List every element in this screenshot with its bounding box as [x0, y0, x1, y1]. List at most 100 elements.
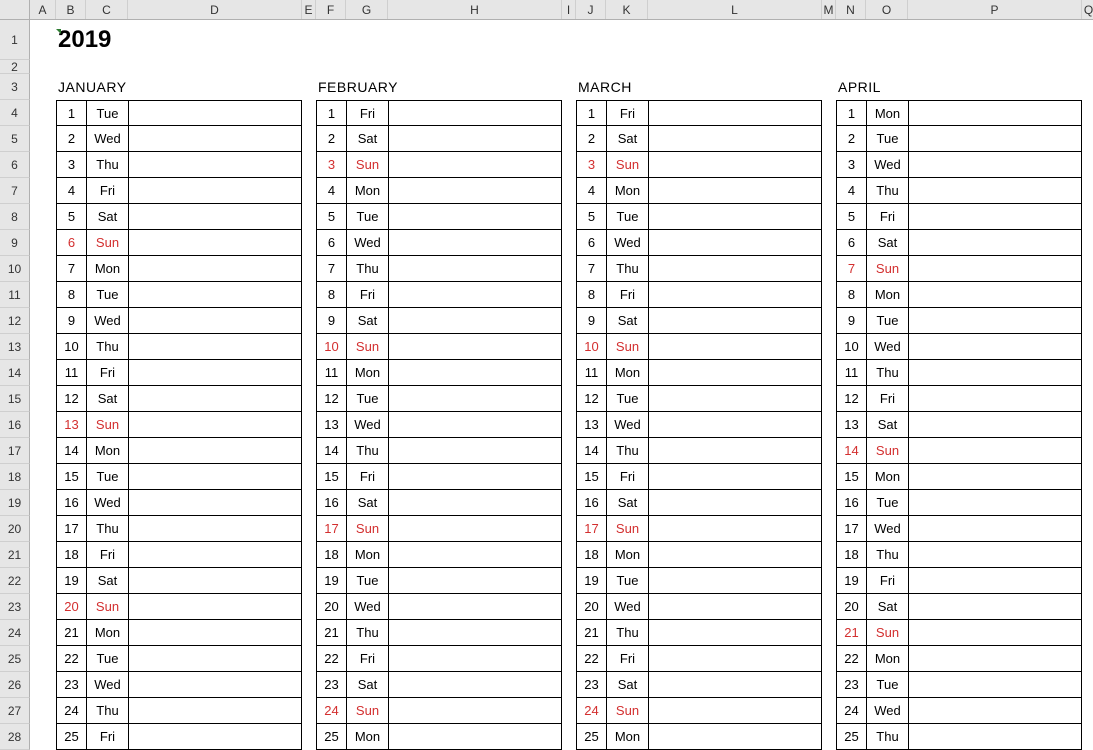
- day-row[interactable]: 2Sat: [576, 126, 822, 152]
- day-number[interactable]: 9: [837, 308, 867, 333]
- column-header[interactable]: E: [302, 0, 316, 19]
- day-number[interactable]: 18: [577, 542, 607, 567]
- day-note-cell[interactable]: [909, 256, 1081, 281]
- day-row[interactable]: 17Sun: [576, 516, 822, 542]
- day-row[interactable]: 23Sat: [316, 672, 562, 698]
- day-note-cell[interactable]: [389, 282, 561, 307]
- day-number[interactable]: 18: [317, 542, 347, 567]
- day-name[interactable]: Mon: [87, 438, 129, 463]
- day-note-cell[interactable]: [909, 282, 1081, 307]
- column-header[interactable]: O: [866, 0, 908, 19]
- day-row[interactable]: 21Thu: [316, 620, 562, 646]
- day-note-cell[interactable]: [909, 724, 1081, 749]
- row-header[interactable]: 6: [0, 152, 30, 178]
- day-name[interactable]: Sun: [347, 516, 389, 541]
- day-row[interactable]: 2Tue: [836, 126, 1082, 152]
- day-name[interactable]: Mon: [607, 724, 649, 749]
- day-name[interactable]: Tue: [87, 101, 129, 125]
- day-note-cell[interactable]: [909, 152, 1081, 177]
- day-number[interactable]: 14: [57, 438, 87, 463]
- day-number[interactable]: 5: [577, 204, 607, 229]
- day-note-cell[interactable]: [389, 386, 561, 411]
- day-number[interactable]: 17: [837, 516, 867, 541]
- day-number[interactable]: 10: [317, 334, 347, 359]
- day-note-cell[interactable]: [129, 230, 301, 255]
- day-name[interactable]: Sat: [867, 594, 909, 619]
- day-name[interactable]: Fri: [347, 282, 389, 307]
- day-row[interactable]: 19Fri: [836, 568, 1082, 594]
- day-name[interactable]: Mon: [867, 282, 909, 307]
- day-row[interactable]: 18Fri: [56, 542, 302, 568]
- day-note-cell[interactable]: [129, 542, 301, 567]
- row-header[interactable]: 15: [0, 386, 30, 412]
- day-row[interactable]: 17Thu: [56, 516, 302, 542]
- day-name[interactable]: Sat: [347, 672, 389, 697]
- day-name[interactable]: Thu: [607, 438, 649, 463]
- day-number[interactable]: 7: [837, 256, 867, 281]
- day-name[interactable]: Fri: [87, 542, 129, 567]
- day-row[interactable]: 24Wed: [836, 698, 1082, 724]
- day-row[interactable]: 4Fri: [56, 178, 302, 204]
- row-header[interactable]: 13: [0, 334, 30, 360]
- day-name[interactable]: Thu: [867, 178, 909, 203]
- day-name[interactable]: Mon: [607, 178, 649, 203]
- day-number[interactable]: 1: [317, 101, 347, 125]
- day-note-cell[interactable]: [649, 282, 821, 307]
- day-number[interactable]: 22: [317, 646, 347, 671]
- day-number[interactable]: 10: [837, 334, 867, 359]
- day-row[interactable]: 22Mon: [836, 646, 1082, 672]
- day-name[interactable]: Mon: [347, 542, 389, 567]
- day-number[interactable]: 19: [317, 568, 347, 593]
- day-row[interactable]: 17Sun: [316, 516, 562, 542]
- day-note-cell[interactable]: [649, 334, 821, 359]
- day-number[interactable]: 20: [837, 594, 867, 619]
- day-name[interactable]: Mon: [607, 360, 649, 385]
- day-number[interactable]: 5: [317, 204, 347, 229]
- select-all-corner[interactable]: [0, 0, 30, 19]
- column-header[interactable]: A: [30, 0, 56, 19]
- day-note-cell[interactable]: [909, 386, 1081, 411]
- day-number[interactable]: 6: [317, 230, 347, 255]
- day-name[interactable]: Sun: [867, 620, 909, 645]
- day-note-cell[interactable]: [129, 360, 301, 385]
- day-number[interactable]: 2: [577, 126, 607, 151]
- row-header[interactable]: 4: [0, 100, 30, 126]
- day-note-cell[interactable]: [129, 204, 301, 229]
- column-header[interactable]: M: [822, 0, 836, 19]
- day-number[interactable]: 13: [57, 412, 87, 437]
- day-note-cell[interactable]: [909, 698, 1081, 723]
- day-name[interactable]: Wed: [867, 698, 909, 723]
- row-header[interactable]: 24: [0, 620, 30, 646]
- column-header[interactable]: K: [606, 0, 648, 19]
- day-number[interactable]: 5: [57, 204, 87, 229]
- day-row[interactable]: 13Sun: [56, 412, 302, 438]
- day-number[interactable]: 8: [837, 282, 867, 307]
- day-note-cell[interactable]: [129, 438, 301, 463]
- day-note-cell[interactable]: [389, 620, 561, 645]
- day-row[interactable]: 3Sun: [316, 152, 562, 178]
- day-number[interactable]: 3: [837, 152, 867, 177]
- day-row[interactable]: 13Wed: [316, 412, 562, 438]
- day-row[interactable]: 8Fri: [316, 282, 562, 308]
- row-header[interactable]: 28: [0, 724, 30, 750]
- day-name[interactable]: Wed: [867, 516, 909, 541]
- day-name[interactable]: Wed: [347, 412, 389, 437]
- column-header[interactable]: P: [908, 0, 1082, 19]
- day-name[interactable]: Mon: [347, 724, 389, 749]
- day-number[interactable]: 14: [837, 438, 867, 463]
- day-note-cell[interactable]: [129, 698, 301, 723]
- day-row[interactable]: 6Wed: [316, 230, 562, 256]
- day-row[interactable]: 25Mon: [576, 724, 822, 750]
- day-name[interactable]: Fri: [347, 464, 389, 489]
- day-name[interactable]: Fri: [347, 101, 389, 125]
- day-note-cell[interactable]: [649, 152, 821, 177]
- day-number[interactable]: 22: [837, 646, 867, 671]
- day-note-cell[interactable]: [389, 594, 561, 619]
- day-note-cell[interactable]: [909, 516, 1081, 541]
- day-note-cell[interactable]: [129, 568, 301, 593]
- day-note-cell[interactable]: [909, 646, 1081, 671]
- day-name[interactable]: Tue: [87, 282, 129, 307]
- day-row[interactable]: 11Thu: [836, 360, 1082, 386]
- row-header[interactable]: 18: [0, 464, 30, 490]
- day-name[interactable]: Wed: [87, 490, 129, 515]
